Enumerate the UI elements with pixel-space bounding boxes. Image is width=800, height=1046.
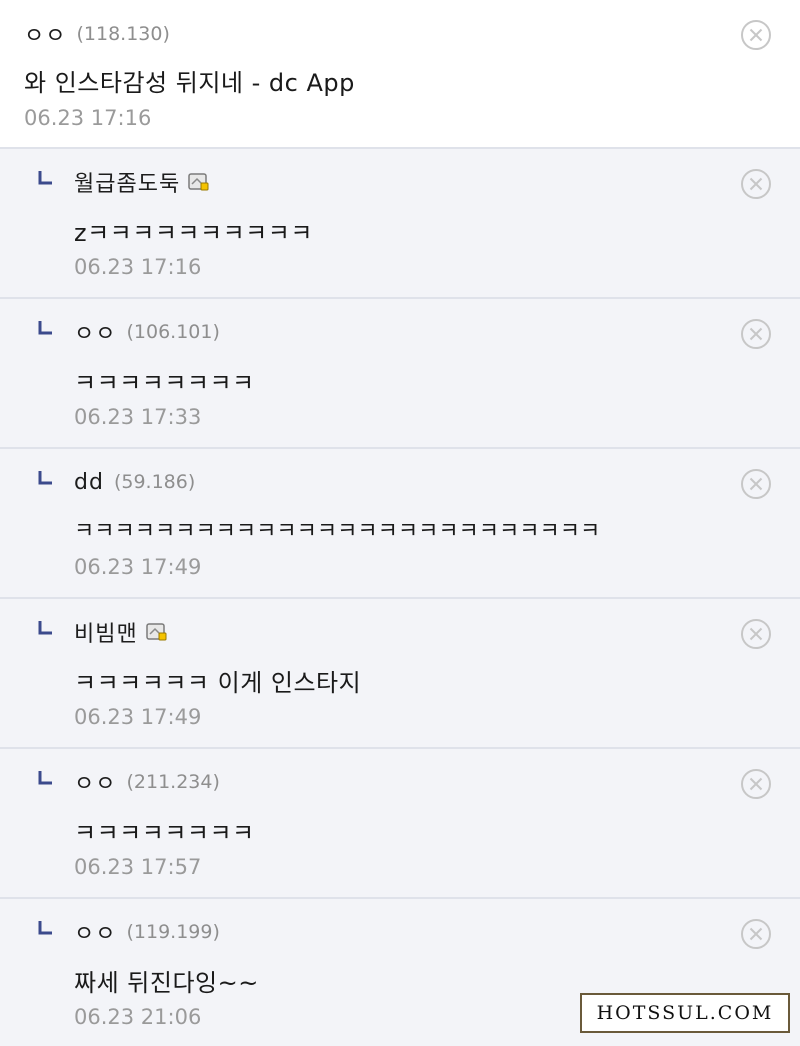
comment-list: ㅇㅇ (118.130) 와 인스타감성 뒤지네 - dc App 06.23 … (0, 0, 800, 1046)
comment-author-row: dd (59.186) (74, 465, 195, 499)
comment-author-row: ㅇㅇ (118.130) (24, 17, 170, 51)
reply-arrow-icon (38, 921, 52, 935)
comment-author-name[interactable]: ㅇㅇ (74, 316, 116, 348)
comment-date: 06.23 17:57 (74, 855, 202, 879)
comment-content: zㅋㅋㅋㅋㅋㅋㅋㅋㅋㅋ (74, 219, 313, 247)
comment-date: 06.23 21:06 (74, 1005, 202, 1029)
gallery-member-icon (188, 173, 209, 191)
comment-author-row: 월급좀도둑 (74, 165, 210, 199)
delete-comment-icon[interactable] (740, 768, 772, 800)
delete-comment-icon[interactable] (740, 168, 772, 200)
comment-date: 06.23 17:33 (74, 405, 202, 429)
reply-arrow-icon (38, 321, 52, 335)
comment-date: 06.23 17:49 (74, 705, 202, 729)
comment-author-ip: (59.186) (113, 471, 196, 493)
comment-author-name[interactable]: ㅇㅇ (24, 18, 66, 50)
delete-comment-icon[interactable] (740, 19, 772, 51)
comment-author-row: 비빔맨 (74, 615, 168, 649)
comment-author-ip: (211.234) (126, 771, 220, 793)
delete-comment-icon[interactable] (740, 918, 772, 950)
comment-author-row: ㅇㅇ (119.199) (74, 915, 220, 949)
comment-author-name[interactable]: ㅇㅇ (74, 916, 116, 948)
reply-item: 월급좀도둑 zㅋㅋㅋㅋㅋㅋㅋㅋㅋㅋ 06.23 17:16 (0, 149, 800, 299)
comment-date: 06.23 17:49 (74, 555, 202, 579)
comment-content: 짜세 뒤진다잉~~ (74, 969, 259, 997)
reply-item: ㅇㅇ (106.101) ㅋㅋㅋㅋㅋㅋㅋㅋ 06.23 17:33 (0, 299, 800, 449)
comment-date: 06.23 17:16 (24, 106, 152, 130)
reply-arrow-icon (38, 771, 52, 785)
watermark-label: HOTSSUL.COM (580, 993, 790, 1033)
comment-author-row: ㅇㅇ (106.101) (74, 315, 220, 349)
reply-arrow-icon (38, 171, 52, 185)
reply-item: 비빔맨 ㅋㅋㅋㅋㅋㅋ 이게 인스타지 06.23 17:49 (0, 599, 800, 749)
delete-comment-icon[interactable] (740, 618, 772, 650)
comment-content: ㅋㅋㅋㅋㅋㅋㅋㅋ (74, 369, 255, 397)
comment-author-name[interactable]: dd (74, 470, 104, 495)
comment-author-name[interactable]: ㅇㅇ (74, 766, 116, 798)
comment-content: ㅋㅋㅋㅋㅋㅋㅋㅋ (74, 819, 255, 847)
comment-content: ㅋㅋㅋㅋㅋㅋ 이게 인스타지 (74, 669, 362, 697)
reply-arrow-icon (38, 471, 52, 485)
reply-arrow-icon (38, 621, 52, 635)
comment-content: 와 인스타감성 뒤지네 - dc App (24, 69, 355, 97)
comment-author-name[interactable]: 월급좀도둑 (74, 166, 180, 198)
gallery-member-icon (145, 623, 167, 641)
reply-item: dd (59.186) ㅋㅋㅋㅋㅋㅋㅋㅋㅋㅋㅋㅋㅋㅋㅋㅋㅋㅋㅋㅋㅋㅋㅋㅋㅋㅋ 0… (0, 449, 800, 599)
comment-author-name[interactable]: 비빔맨 (74, 616, 138, 648)
comment-author-ip: (119.199) (126, 921, 220, 943)
comment-content: ㅋㅋㅋㅋㅋㅋㅋㅋㅋㅋㅋㅋㅋㅋㅋㅋㅋㅋㅋㅋㅋㅋㅋㅋㅋㅋ (74, 519, 601, 544)
comment-item: ㅇㅇ (118.130) 와 인스타감성 뒤지네 - dc App 06.23 … (0, 0, 800, 149)
delete-comment-icon[interactable] (740, 468, 772, 500)
delete-comment-icon[interactable] (740, 318, 772, 350)
comment-author-row: ㅇㅇ (211.234) (74, 765, 220, 799)
comment-author-ip: (106.101) (126, 321, 220, 343)
comment-date: 06.23 17:16 (74, 255, 202, 279)
comment-author-ip: (118.130) (76, 23, 170, 45)
reply-item: ㅇㅇ (211.234) ㅋㅋㅋㅋㅋㅋㅋㅋ 06.23 17:57 (0, 749, 800, 899)
